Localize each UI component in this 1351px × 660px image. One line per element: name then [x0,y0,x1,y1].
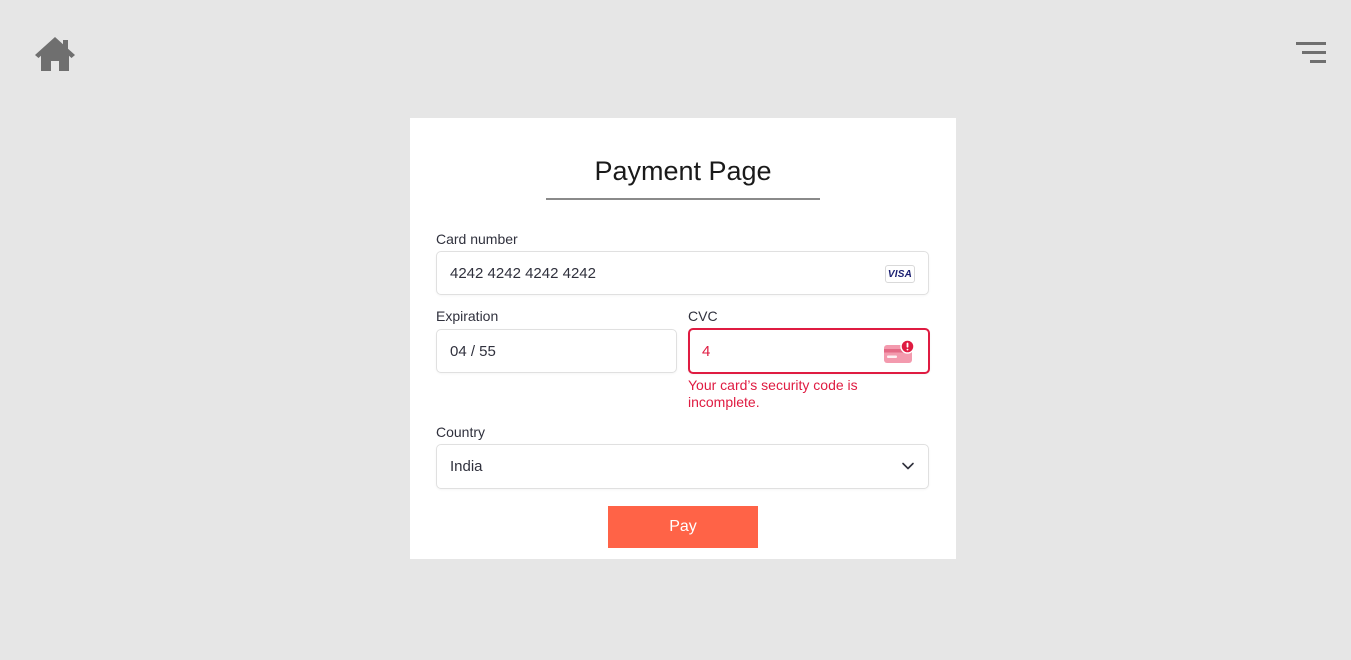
cvc-label: CVC [688,308,718,324]
visa-card-icon: VISA [885,265,915,283]
country-label: Country [436,424,486,440]
pay-button[interactable]: Pay [608,506,758,548]
cvc-card-error-icon [884,340,915,363]
menu-icon[interactable] [1296,41,1326,65]
page-title: Payment Page [546,156,820,200]
country-select[interactable]: India [436,444,929,489]
expiration-label: Expiration [436,308,499,324]
payment-card: Payment Page Card number 4242 4242 4242 … [410,118,956,559]
card-number-label: Card number [436,231,518,247]
expiration-value: 04 / 55 [450,342,496,360]
chevron-down-icon [902,462,914,470]
cvc-input[interactable]: 4 [688,328,930,374]
home-icon[interactable] [34,36,76,72]
card-number-value: 4242 4242 4242 4242 [450,264,596,282]
card-number-input[interactable]: 4242 4242 4242 4242 VISA [436,251,929,295]
cvc-error-message: Your card’s security code is incomplete. [688,377,858,410]
country-value: India [450,458,483,475]
expiration-input[interactable]: 04 / 55 [436,329,677,373]
